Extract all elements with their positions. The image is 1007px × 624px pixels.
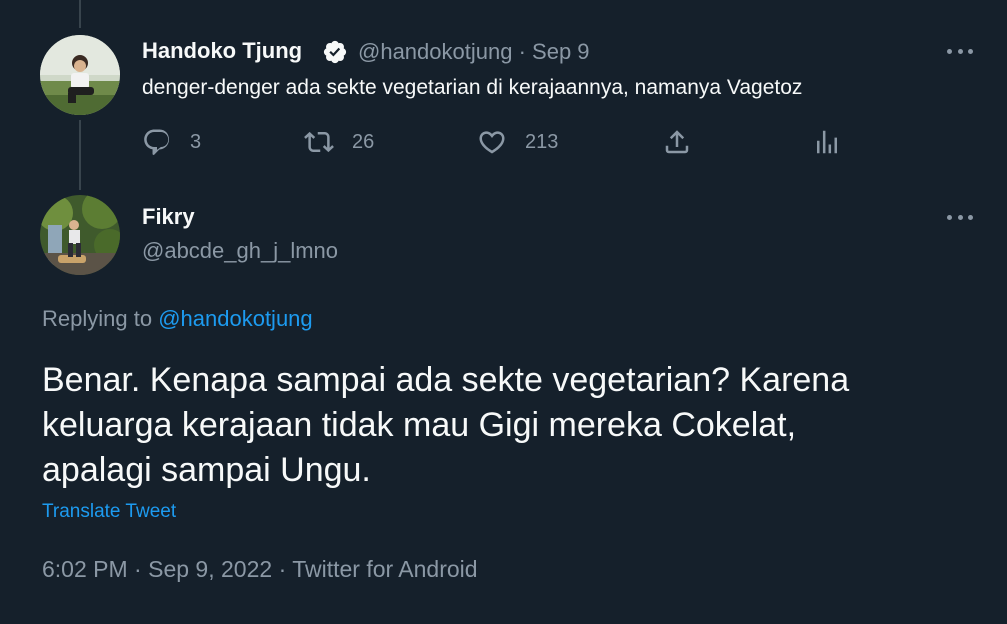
retweet-button[interactable]: 26: [304, 124, 374, 160]
replying-to-link[interactable]: @handokotjung: [158, 306, 312, 331]
reply-tweet-text: Benar. Kenapa sampai ada sekte vegetaria…: [42, 358, 982, 493]
share-button[interactable]: [662, 124, 692, 160]
thread-line-top: [79, 0, 81, 28]
analytics-button[interactable]: [812, 124, 842, 160]
like-icon: [479, 131, 505, 154]
reply-count: 3: [190, 130, 202, 153]
reply-tweet-text-line: keluarga kerajaan tidak mau Gigi mereka …: [42, 406, 797, 444]
parent-tweet-text: denger-denger ada sekte vegetarian di ke…: [142, 76, 803, 99]
parent-author-handle-text[interactable]: @handokotjung: [358, 39, 512, 64]
meta-separator: ·: [134, 556, 142, 582]
reply-button[interactable]: 3: [142, 124, 201, 160]
thread-line-connector: [79, 120, 81, 190]
translate-tweet-link[interactable]: Translate Tweet: [42, 501, 176, 523]
tweet-date[interactable]: Sep 9, 2022: [148, 556, 272, 582]
parent-meta-separator: ·: [518, 39, 526, 64]
reply-tweet-text-line: apalagi sampai Ungu.: [42, 451, 371, 489]
verified-badge-icon: [323, 40, 347, 64]
replying-to-line: Replying to @handokotjung: [42, 306, 313, 332]
reply-author-avatar[interactable]: [40, 195, 120, 275]
tweet-time[interactable]: 6:02 PM: [42, 556, 128, 582]
parent-tweet-date[interactable]: Sep 9: [532, 39, 590, 64]
tweet-source[interactable]: Twitter for Android: [292, 556, 477, 582]
like-count: 213: [525, 130, 559, 153]
analytics-icon: [817, 130, 837, 154]
parent-more-icon[interactable]: [947, 46, 973, 56]
retweet-icon: [304, 131, 334, 153]
like-button[interactable]: 213: [477, 124, 558, 160]
reply-tweet-text-line: Benar. Kenapa sampai ada sekte vegetaria…: [42, 361, 850, 399]
replying-to-label: Replying to: [42, 306, 153, 331]
parent-author-handle[interactable]: @handokotjung · Sep 9: [358, 39, 590, 65]
reply-icon: [144, 129, 170, 156]
reply-author-name[interactable]: Fikry: [142, 204, 195, 230]
reply-author-handle[interactable]: @abcde_gh_j_lmno: [142, 238, 338, 264]
parent-author-avatar[interactable]: [40, 35, 120, 115]
reply-more-icon[interactable]: [947, 212, 973, 222]
parent-author-name[interactable]: Handoko Tjung: [142, 38, 302, 64]
share-icon: [665, 130, 689, 154]
retweet-count: 26: [352, 130, 375, 153]
tweet-timestamp-line: 6:02 PM · Sep 9, 2022 · Twitter for Andr…: [42, 556, 478, 583]
meta-separator: ·: [278, 556, 287, 582]
